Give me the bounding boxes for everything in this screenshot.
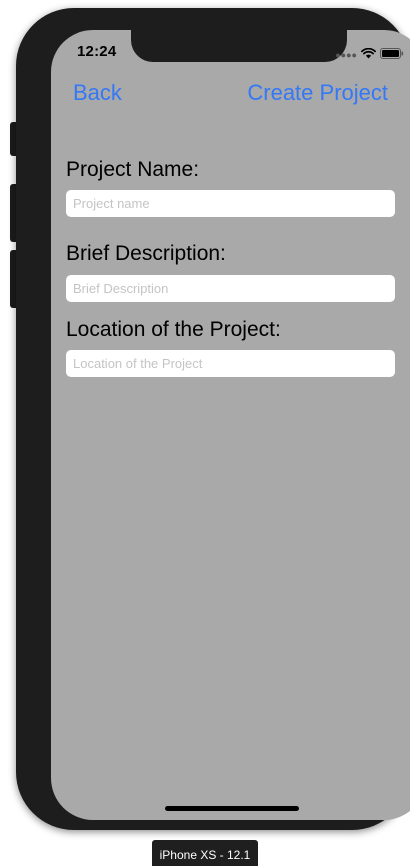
status-icons: ●●●● bbox=[335, 46, 404, 64]
project-name-input[interactable] bbox=[66, 190, 395, 217]
device-notch bbox=[131, 30, 347, 62]
app-screen: 12:24 ●●●● Back Create Project Project N… bbox=[51, 30, 410, 820]
brief-description-label: Brief Description: bbox=[66, 242, 226, 265]
brief-description-input[interactable] bbox=[66, 275, 395, 302]
simulator-stage: 12:24 ●●●● Back Create Project Project N… bbox=[0, 0, 410, 866]
battery-icon bbox=[380, 46, 404, 64]
device-label: iPhone XS - 12.1 bbox=[152, 840, 258, 866]
back-button[interactable]: Back bbox=[73, 80, 122, 106]
status-time: 12:24 bbox=[77, 43, 117, 60]
create-project-button[interactable]: Create Project bbox=[247, 80, 388, 106]
project-name-label: Project Name: bbox=[66, 158, 200, 181]
location-label: Location of the Project: bbox=[66, 318, 281, 341]
location-input[interactable] bbox=[66, 350, 395, 377]
signal-dots-icon: ●●●● bbox=[335, 50, 357, 60]
home-indicator[interactable] bbox=[165, 806, 299, 811]
device-frame: 12:24 ●●●● Back Create Project Project N… bbox=[16, 8, 410, 830]
wifi-icon bbox=[361, 46, 376, 64]
